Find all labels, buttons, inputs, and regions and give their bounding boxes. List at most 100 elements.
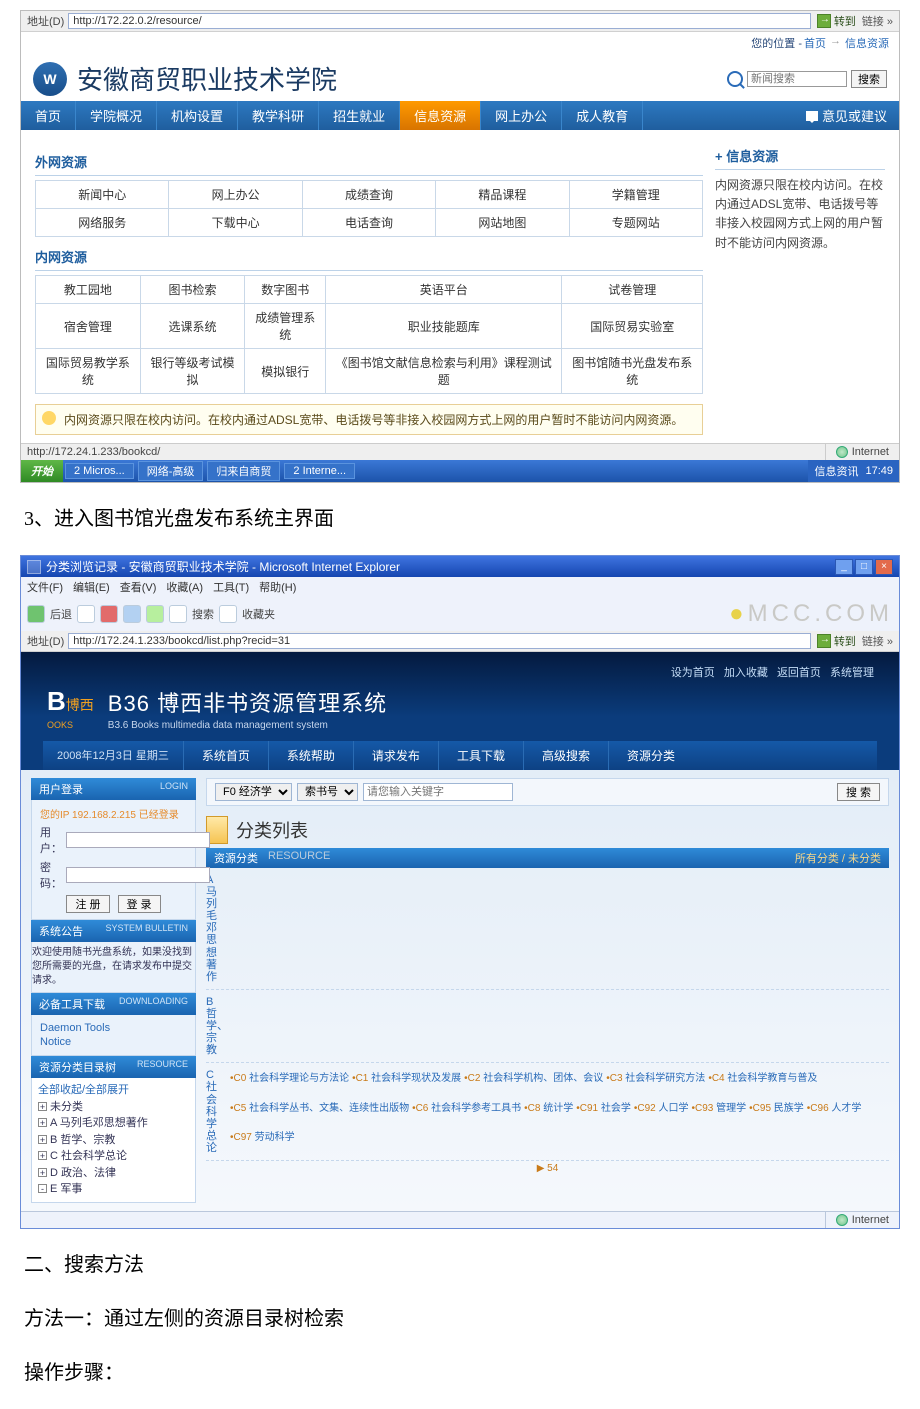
- nav2-adv[interactable]: 高级搜索: [523, 741, 608, 770]
- tree-node[interactable]: -E 军事: [38, 1181, 189, 1198]
- tree-node[interactable]: +D 政治、法律: [38, 1165, 189, 1182]
- int-cell[interactable]: 教工园地: [36, 276, 141, 304]
- nav-org[interactable]: 机构设置: [157, 101, 238, 130]
- nav2-request[interactable]: 请求发布: [353, 741, 438, 770]
- close-button[interactable]: ×: [875, 559, 893, 575]
- nav-resources[interactable]: 信息资源: [400, 101, 481, 130]
- go-button[interactable]: 转到: [817, 13, 856, 29]
- subcategory-link[interactable]: •C97 劳动科学: [230, 1128, 295, 1154]
- search-icon[interactable]: [169, 605, 187, 623]
- search-input[interactable]: [747, 71, 847, 87]
- ext-cell[interactable]: 成绩查询: [302, 181, 435, 209]
- int-cell[interactable]: 国际贸易实验室: [562, 304, 703, 349]
- subcategory-link[interactable]: •C92 人口学: [634, 1099, 689, 1125]
- ext-cell[interactable]: 学籍管理: [569, 181, 702, 209]
- menu-fav[interactable]: 收藏(A): [166, 579, 203, 595]
- menu-help[interactable]: 帮助(H): [259, 579, 296, 595]
- subcategory-link[interactable]: •C8 统计学: [524, 1099, 573, 1125]
- favorites-icon[interactable]: [219, 605, 237, 623]
- subcategory-link[interactable]: •C4 社会科学教育与普及: [708, 1069, 817, 1095]
- refresh-icon[interactable]: [123, 605, 141, 623]
- int-cell[interactable]: 职业技能题库: [326, 304, 562, 349]
- ext-cell[interactable]: 网络服务: [36, 209, 169, 237]
- int-cell[interactable]: 国际贸易教学系统: [36, 349, 141, 394]
- nav2-tools[interactable]: 工具下载: [438, 741, 523, 770]
- ext-cell[interactable]: 精品课程: [436, 181, 569, 209]
- nav-home[interactable]: 首页: [21, 101, 76, 130]
- search-button[interactable]: 搜索: [851, 70, 887, 88]
- tree-node[interactable]: +B 哲学、宗教: [38, 1132, 189, 1149]
- subcategory-link[interactable]: •C91 社会学: [576, 1099, 631, 1125]
- tree-node[interactable]: +A 马列毛邓思想著作: [38, 1115, 189, 1132]
- menu-edit[interactable]: 编辑(E): [73, 579, 110, 595]
- stop-icon[interactable]: [100, 605, 118, 623]
- minimize-button[interactable]: _: [835, 559, 853, 575]
- menu-tools[interactable]: 工具(T): [213, 579, 249, 595]
- maximize-button[interactable]: □: [855, 559, 873, 575]
- add-favorite[interactable]: 加入收藏: [724, 667, 768, 679]
- ext-cell[interactable]: 新闻中心: [36, 181, 169, 209]
- taskbar-item[interactable]: 归来自商贸: [207, 461, 280, 481]
- nav-teach[interactable]: 教学科研: [238, 101, 319, 130]
- cat-label[interactable]: C 社会科学总论: [206, 1069, 226, 1154]
- ext-cell[interactable]: 专题网站: [569, 209, 702, 237]
- feedback-link[interactable]: 意见或建议: [794, 101, 899, 130]
- menu-view[interactable]: 查看(V): [120, 579, 157, 595]
- username-input[interactable]: [66, 832, 210, 848]
- category-select[interactable]: F0 经济学: [215, 783, 292, 801]
- int-cell[interactable]: 数字图书: [245, 276, 326, 304]
- breadcrumb-current[interactable]: 信息资源: [845, 35, 889, 51]
- tool-link[interactable]: Notice: [40, 1035, 187, 1049]
- int-cell[interactable]: 成绩管理系统: [245, 304, 326, 349]
- nav2-help[interactable]: 系统帮助: [268, 741, 353, 770]
- int-cell[interactable]: 英语平台: [326, 276, 562, 304]
- login-button[interactable]: 登 录: [118, 895, 161, 913]
- address-input[interactable]: http://172.22.0.2/resource/: [68, 13, 811, 29]
- back-icon[interactable]: [27, 605, 45, 623]
- int-cell[interactable]: 图书馆随书光盘发布系统: [562, 349, 703, 394]
- nav-office[interactable]: 网上办公: [481, 101, 562, 130]
- cat-label[interactable]: A 马列毛邓思想著作: [206, 874, 226, 983]
- back-home[interactable]: 返回首页: [777, 667, 821, 679]
- ext-cell[interactable]: 电话查询: [302, 209, 435, 237]
- forward-icon[interactable]: [77, 605, 95, 623]
- int-cell[interactable]: 《图书馆文献信息检索与利用》课程测试题: [326, 349, 562, 394]
- search-button-2[interactable]: 搜 索: [837, 783, 880, 801]
- int-cell[interactable]: 模拟银行: [245, 349, 326, 394]
- subcategory-link[interactable]: •C0 社会科学理论与方法论: [230, 1069, 349, 1095]
- int-cell[interactable]: 图书检索: [140, 276, 245, 304]
- int-cell[interactable]: 宿舍管理: [36, 304, 141, 349]
- tool-link[interactable]: Daemon Tools: [40, 1021, 187, 1035]
- taskbar-item[interactable]: 2 Micros...: [65, 463, 134, 479]
- tree-node[interactable]: +未分类: [38, 1099, 189, 1116]
- nav2-home[interactable]: 系统首页: [183, 741, 268, 770]
- subcategory-link[interactable]: •C96 人才学: [807, 1099, 862, 1125]
- subcategory-link[interactable]: •C6 社会科学参考工具书: [412, 1099, 521, 1125]
- ext-cell[interactable]: 网上办公: [169, 181, 302, 209]
- set-homepage[interactable]: 设为首页: [671, 667, 715, 679]
- nav-adult[interactable]: 成人教育: [562, 101, 643, 130]
- ext-cell[interactable]: 网站地图: [436, 209, 569, 237]
- taskbar-item[interactable]: 网络-高级: [138, 461, 204, 481]
- ext-cell[interactable]: 下载中心: [169, 209, 302, 237]
- password-input[interactable]: [66, 867, 210, 883]
- subcategory-link[interactable]: •C95 民族学: [749, 1099, 804, 1125]
- start-button[interactable]: 开始: [21, 460, 63, 482]
- register-button[interactable]: 注 册: [66, 895, 109, 913]
- field-select[interactable]: 索书号: [297, 783, 358, 801]
- subcategory-link[interactable]: •C2 社会科学机构、团体、会议: [464, 1069, 603, 1095]
- breadcrumb-home[interactable]: 首页: [804, 35, 826, 51]
- nav-admit[interactable]: 招生就业: [319, 101, 400, 130]
- cat-label[interactable]: B 哲学、宗教: [206, 996, 226, 1056]
- int-cell[interactable]: 银行等级考试模拟: [140, 349, 245, 394]
- keyword-input[interactable]: [363, 783, 513, 801]
- taskbar-item[interactable]: 2 Interne...: [284, 463, 355, 479]
- nav2-cats[interactable]: 资源分类: [608, 741, 693, 770]
- subcategory-link[interactable]: •C3 社会科学研究方法: [606, 1069, 705, 1095]
- menu-file[interactable]: 文件(F): [27, 579, 63, 595]
- subcategory-link[interactable]: •C93 管理学: [692, 1099, 747, 1125]
- address-input-2[interactable]: http://172.24.1.233/bookcd/list.php?reci…: [68, 633, 811, 649]
- subcategory-link[interactable]: •C1 社会科学现状及发展: [352, 1069, 461, 1095]
- nav-about[interactable]: 学院概况: [76, 101, 157, 130]
- go-button-2[interactable]: 转到: [817, 633, 856, 649]
